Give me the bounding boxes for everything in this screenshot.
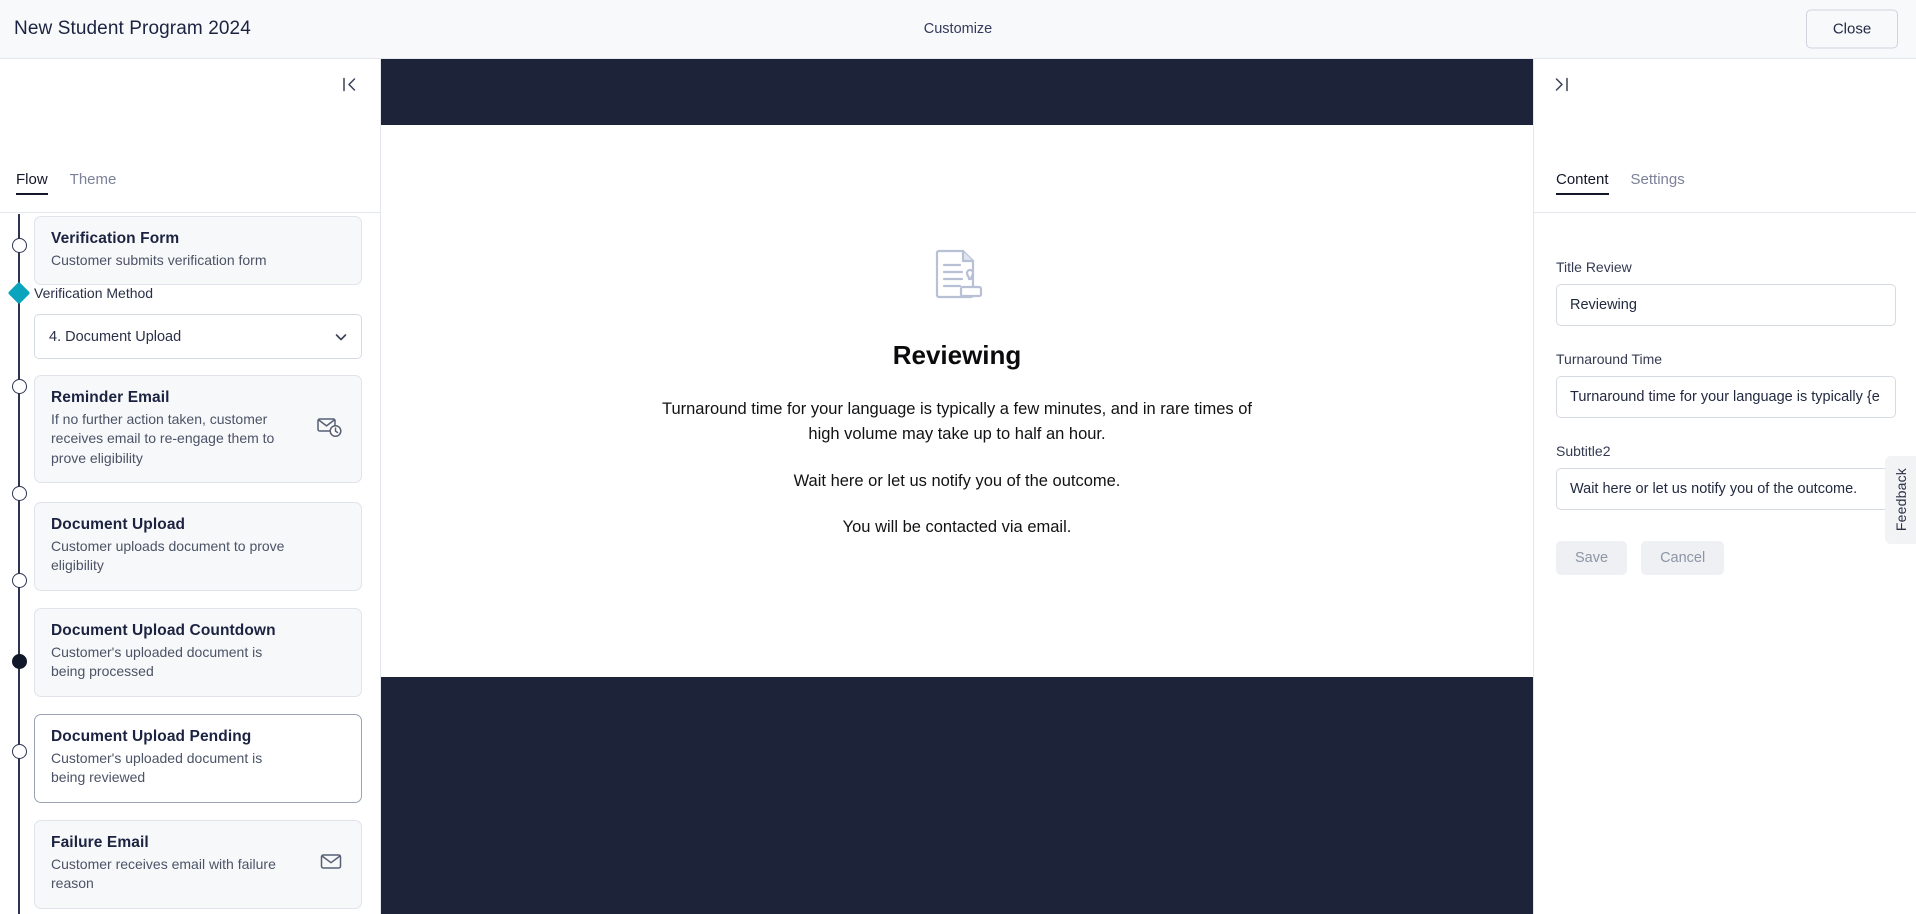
flow-card-description: Customer's uploaded document is being re… xyxy=(51,750,263,786)
envelope-icon xyxy=(319,850,343,879)
flow-card-document-upload-countdown[interactable]: Document Upload Countdown Customer's upl… xyxy=(34,608,362,697)
preview-paragraph-3: You will be contacted via email. xyxy=(842,518,1072,537)
flow-node-verification-form[interactable] xyxy=(11,238,27,253)
flow-card-title: Verification Form xyxy=(51,230,180,247)
flow-node-failure-email[interactable] xyxy=(11,744,27,759)
tab-content[interactable]: Content xyxy=(1556,171,1609,195)
subtitle2-label: Subtitle2 xyxy=(1556,443,1611,459)
flow-card-description: If no further action taken, customer rec… xyxy=(51,411,275,466)
flow-card-title: Reminder Email xyxy=(51,389,170,406)
subtitle2-input[interactable] xyxy=(1556,468,1896,510)
right-panel-tabs: Content Settings xyxy=(1534,171,1916,213)
preview-paragraph-2: Wait here or let us notify you of the ou… xyxy=(793,471,1121,490)
envelope-clock-icon xyxy=(315,412,343,445)
cancel-button[interactable]: Cancel xyxy=(1641,541,1725,575)
preview-screen: Reviewing Turnaround time for your langu… xyxy=(381,125,1533,677)
flow-card-description: Customer's uploaded document is being pr… xyxy=(51,644,263,680)
preview-canvas: Reviewing Turnaround time for your langu… xyxy=(381,59,1533,914)
flow-card-title: Document Upload Countdown xyxy=(51,622,276,639)
close-button[interactable]: Close xyxy=(1806,9,1898,49)
flow-card-reminder-email[interactable]: Reminder Email If no further action take… xyxy=(34,375,362,483)
flow-card-title: Document Upload xyxy=(51,516,186,533)
branch-label: Verification Method xyxy=(34,285,154,301)
flow-card-failure-email[interactable]: Failure Email Customer receives email wi… xyxy=(34,820,362,909)
left-flow-panel: Flow Theme Verification Form Customer su… xyxy=(0,59,381,914)
flow-card-document-upload-pending[interactable]: Document Upload Pending Customer's uploa… xyxy=(34,714,362,803)
page-title: New Student Program 2024 xyxy=(14,18,251,39)
flow-card-title: Failure Email xyxy=(51,834,149,851)
turnaround-time-label: Turnaround Time xyxy=(1556,351,1663,367)
flow-node-reminder-email[interactable] xyxy=(11,379,27,394)
chevron-down-icon xyxy=(333,329,349,345)
collapse-right-icon[interactable] xyxy=(1548,71,1574,97)
flow-node-document-upload-countdown[interactable] xyxy=(11,573,27,588)
feedback-tab[interactable]: Feedback xyxy=(1885,456,1916,544)
form-actions: Save Cancel xyxy=(1556,541,1896,575)
flow-node-document-upload-pending[interactable] xyxy=(11,654,27,669)
flow-node-document-upload[interactable] xyxy=(11,486,27,501)
flow-rail xyxy=(18,214,20,914)
feedback-label: Feedback xyxy=(1892,468,1909,532)
flow-node-branch-diamond[interactable] xyxy=(7,281,31,305)
flow-list: Verification Form Customer submits verif… xyxy=(0,214,380,914)
flow-card-document-upload[interactable]: Document Upload Customer uploads documen… xyxy=(34,502,362,591)
collapse-left-icon[interactable] xyxy=(336,71,362,97)
flow-card-title: Document Upload Pending xyxy=(51,728,252,745)
document-stamp-icon xyxy=(925,243,989,312)
preview-paragraph-1: Turnaround time for your language is typ… xyxy=(661,400,1252,443)
customize-label: Customize xyxy=(923,21,993,37)
preview-title: Reviewing xyxy=(892,340,1022,370)
tab-settings[interactable]: Settings xyxy=(1631,171,1685,195)
flow-card-description: Customer submits verification form xyxy=(51,252,267,268)
flow-card-description: Customer receives email with failure rea… xyxy=(51,856,276,892)
tab-flow[interactable]: Flow xyxy=(16,171,48,195)
left-panel-tabs: Flow Theme xyxy=(0,171,380,213)
save-button[interactable]: Save xyxy=(1556,541,1628,575)
verification-method-value: 4. Document Upload xyxy=(49,328,182,345)
tab-theme[interactable]: Theme xyxy=(70,171,117,195)
flow-card-verification-form[interactable]: Verification Form Customer submits verif… xyxy=(34,216,362,286)
content-form: Title Review Turnaround Time Subtitle2 S… xyxy=(1556,259,1896,575)
title-review-input[interactable] xyxy=(1556,284,1896,326)
verification-method-select[interactable]: 4. Document Upload xyxy=(34,314,362,359)
title-review-label: Title Review xyxy=(1556,259,1632,275)
flow-card-description: Customer uploads document to prove eligi… xyxy=(51,538,285,574)
top-bar: New Student Program 2024 Customize Close xyxy=(0,0,1916,59)
right-properties-panel: Content Settings Title Review Turnaround… xyxy=(1533,59,1916,914)
turnaround-time-input[interactable] xyxy=(1556,376,1896,418)
